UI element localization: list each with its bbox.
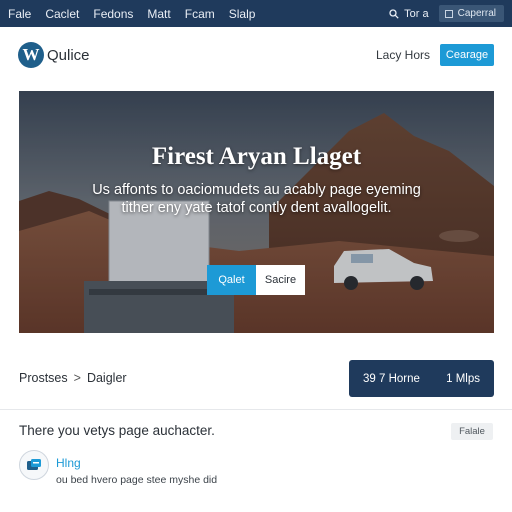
admin-search-label: Tor a <box>404 7 429 20</box>
account-label: Caperral <box>457 8 496 19</box>
breadcrumb: Prostses > Daigler <box>19 371 127 385</box>
hero-secondary-button[interactable]: Sacire <box>256 265 305 295</box>
admin-bar: Fale Caclet Fedons Matt Fcam Slalp Tor a… <box>0 0 512 27</box>
breadcrumb-item-1[interactable]: Prostses <box>19 371 68 385</box>
hero-title: Firest Aryan Llaget <box>151 143 362 170</box>
user-card-subtitle: ou bed hvero page stee myshe did <box>56 474 218 486</box>
stat-left[interactable]: 39 7 Horne <box>363 373 420 385</box>
admin-menu-item-3[interactable]: Fedons <box>93 7 133 21</box>
header-actions: Lacy Hors Cearage <box>376 44 494 66</box>
site-name: Qulice <box>47 46 90 64</box>
hero-primary-button[interactable]: Qalet <box>207 265 256 295</box>
wordpress-logo-icon: W <box>18 42 44 68</box>
user-card-title[interactable]: Hlng <box>56 456 217 470</box>
admin-menu-item-4[interactable]: Matt <box>147 7 170 21</box>
user-card-body: Hlng ou bed hvero page stee myshe did <box>56 450 217 486</box>
search-icon <box>389 8 399 19</box>
admin-menu-item-2[interactable]: Caclet <box>45 7 79 21</box>
user-card-icon <box>19 450 49 480</box>
admin-menu-item-1[interactable]: Fale <box>8 7 31 21</box>
section-divider <box>0 409 512 410</box>
header-link[interactable]: Lacy Hors <box>376 48 430 62</box>
admin-menu: Fale Caclet Fedons Matt Fcam Slalp <box>0 0 269 27</box>
site-header: W Qulice Lacy Hors Cearage <box>0 27 512 83</box>
hero-banner: Firest Aryan Llaget Us affonts to oaciom… <box>19 91 494 333</box>
admin-bar-right: Tor a Caperral <box>389 0 512 27</box>
stats-panel: 39 7 Horne 1 Mlps <box>349 360 494 397</box>
site-logo[interactable]: W Qulice <box>18 42 90 68</box>
admin-search[interactable]: Tor a <box>389 7 429 20</box>
admin-menu-item-6[interactable]: Slalp <box>229 7 256 21</box>
breadcrumb-separator: > <box>73 371 81 385</box>
breadcrumb-item-2[interactable]: Daigler <box>87 371 127 385</box>
admin-menu-item-5[interactable]: Fcam <box>185 7 215 21</box>
hero-text: Us affonts to oaciomudets au acably page… <box>92 182 421 216</box>
hero-buttons: Qalet Sacire <box>207 265 305 295</box>
account-icon <box>444 9 453 18</box>
header-button[interactable]: Cearage <box>440 44 494 66</box>
content-text: There you vetys page auchacter. <box>19 423 215 438</box>
stat-right[interactable]: 1 Mlps <box>446 373 480 385</box>
account-button[interactable]: Caperral <box>438 5 504 22</box>
user-card[interactable]: Hlng ou bed hvero page stee myshe did <box>19 450 217 486</box>
content-tag[interactable]: Falale <box>451 423 493 440</box>
